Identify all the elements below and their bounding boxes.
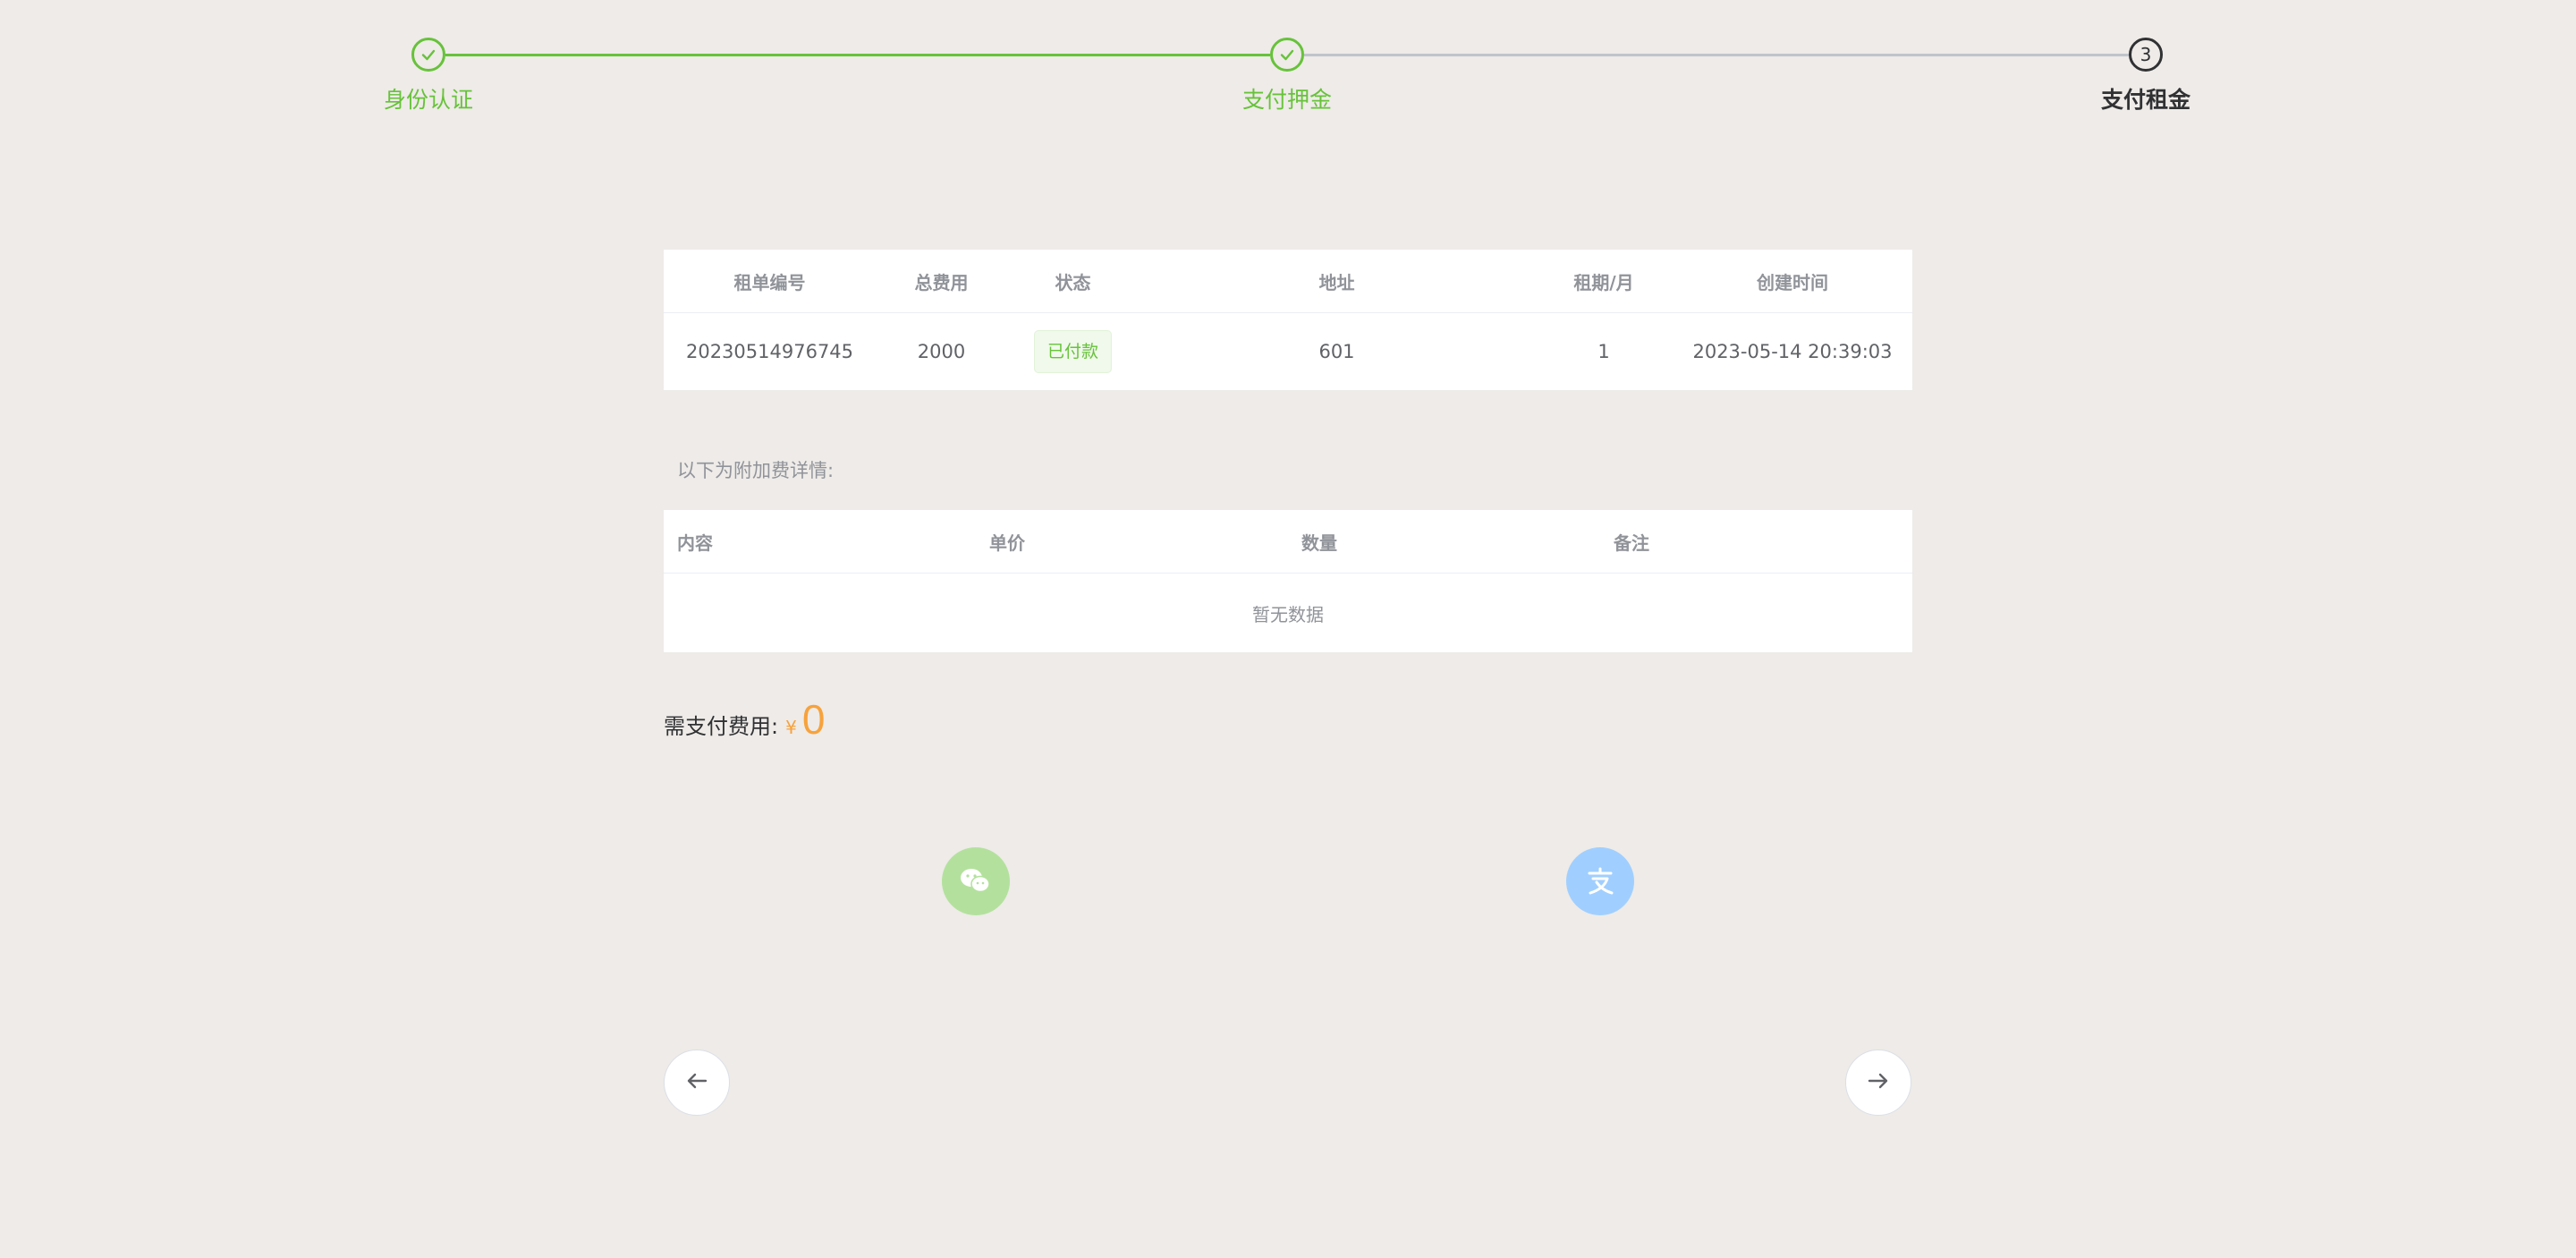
- amount-label: 需支付费用:: [664, 714, 779, 739]
- alipay-icon[interactable]: [1566, 847, 1634, 915]
- check-icon: [1270, 38, 1304, 72]
- step-label: 支付押金: [1241, 87, 1332, 113]
- table-header: 内容 单价 数量 备注: [664, 510, 1912, 574]
- amount-value: 0: [801, 696, 826, 743]
- check-icon: [411, 38, 445, 72]
- step-connector-2: [1304, 54, 2129, 56]
- column-header: 地址: [1318, 271, 1355, 293]
- total-cost: 2000: [917, 341, 966, 362]
- column-header: 内容: [677, 531, 713, 554]
- progress-steps: 身份认证 支付押金 3 支付租金: [0, 38, 2576, 118]
- previous-step-button[interactable]: [664, 1050, 730, 1116]
- column-header: 租期/月: [1573, 271, 1634, 293]
- step-label: 身份认证: [383, 87, 473, 113]
- column-header: 状态: [1055, 271, 1091, 293]
- column-header: 数量: [1301, 531, 1337, 554]
- lease-term: 1: [1597, 341, 1610, 362]
- arrow-left-icon: [684, 1068, 709, 1097]
- column-header: 备注: [1614, 531, 1649, 554]
- column-header: 单价: [989, 531, 1025, 554]
- table-row: 20230514976745 2000 已付款 601 1 2023-05-14…: [664, 313, 1912, 390]
- status-badge: 已付款: [1033, 330, 1112, 373]
- status-cell: 已付款: [1007, 330, 1139, 373]
- wechat-pay-icon[interactable]: [942, 847, 1010, 915]
- column-header: 创建时间: [1757, 271, 1828, 293]
- step-identity: 身份认证: [339, 38, 518, 115]
- extra-fees-table: 内容 单价 数量 备注 暂无数据: [664, 510, 1912, 652]
- step-number: 3: [2129, 38, 2163, 72]
- main-content: 租单编号 总费用 状态 地址 租期/月 创建时间 20230514976745 …: [664, 250, 1912, 749]
- currency-symbol: ¥: [785, 717, 797, 738]
- empty-state: 暂无数据: [1252, 603, 1324, 625]
- next-step-button[interactable]: [1845, 1050, 1911, 1116]
- created-time: 2023-05-14 20:39:03: [1692, 341, 1893, 362]
- step-rent: 3 支付租金: [2056, 38, 2235, 115]
- order-number: 20230514976745: [685, 341, 854, 362]
- arrow-right-icon: [1866, 1068, 1891, 1097]
- extra-fees-caption: 以下为附加费详情:: [677, 460, 835, 481]
- column-header: 租单编号: [733, 271, 806, 293]
- step-label: 支付租金: [2100, 87, 2190, 113]
- table-header: 租单编号 总费用 状态 地址 租期/月 创建时间: [664, 250, 1912, 313]
- column-header: 总费用: [914, 271, 969, 293]
- step-connector-1: [445, 54, 1270, 56]
- address: 601: [1318, 341, 1355, 362]
- step-deposit: 支付押金: [1198, 38, 1377, 115]
- amount-due: 需支付费用: ¥ 0: [664, 695, 1912, 749]
- orders-table: 租单编号 总费用 状态 地址 租期/月 创建时间 20230514976745 …: [664, 250, 1912, 390]
